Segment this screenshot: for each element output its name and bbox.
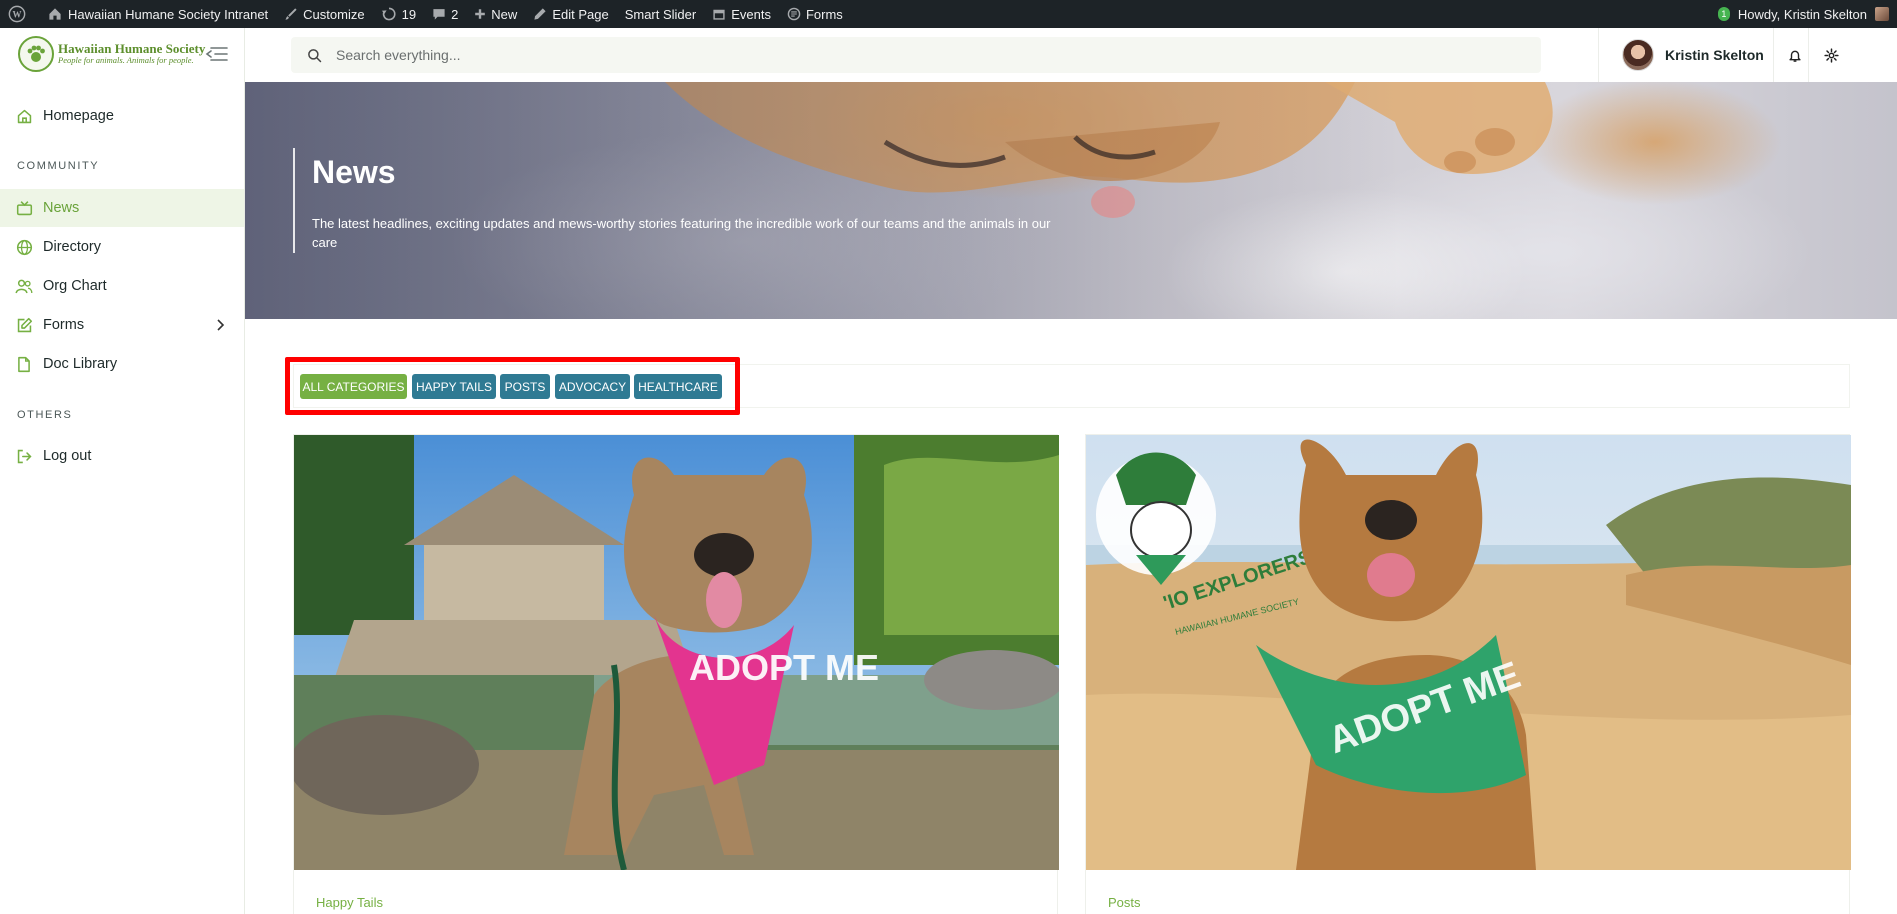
tv-icon — [15, 199, 33, 217]
user-profile-menu[interactable]: Kristin Skelton — [1622, 35, 1764, 75]
sidebar-item-doc-library[interactable]: Doc Library — [0, 345, 244, 383]
notification-badge[interactable]: 1 — [1717, 7, 1730, 21]
search-input[interactable] — [336, 47, 1236, 63]
settings-button[interactable] — [1822, 46, 1840, 64]
sidebar-item-homepage[interactable]: Homepage — [0, 97, 244, 135]
admin-avatar[interactable] — [1875, 7, 1889, 21]
sidebar-section-others: OTHERS — [17, 409, 73, 421]
events-link[interactable]: Events — [704, 0, 779, 28]
logout-icon — [15, 447, 33, 465]
smart-slider-link[interactable]: Smart Slider — [617, 0, 705, 28]
forms-link[interactable]: Forms — [779, 0, 851, 28]
news-card[interactable]: ADOPT ME Happy Tails — [293, 434, 1059, 914]
top-header: Kristin Skelton — [245, 28, 1897, 82]
sidebar-item-news[interactable]: News — [0, 189, 244, 227]
svg-text:W: W — [13, 10, 22, 20]
dog-beach-photo: 'IO EXPLORERS HAWAIIAN HUMANE SOCIETY AD… — [1086, 435, 1851, 870]
page-hero-banner: News The latest headlines, exciting upda… — [245, 82, 1897, 319]
search-icon — [308, 48, 322, 62]
avatar — [1622, 39, 1654, 71]
annotation-highlight-box — [285, 357, 740, 415]
bell-icon — [1789, 50, 1801, 62]
header-divider — [1598, 28, 1599, 82]
wordpress-logo-button[interactable]: W — [0, 0, 39, 28]
sidebar-item-directory[interactable]: Directory — [0, 228, 244, 266]
sidebar-item-label: Org Chart — [43, 278, 107, 294]
pencil-icon — [534, 8, 546, 20]
header-divider — [1808, 28, 1809, 82]
events-label: Events — [731, 6, 771, 22]
updates-icon — [381, 7, 396, 21]
sidebar-section-community: COMMUNITY — [17, 160, 100, 172]
sidebar-item-label: Doc Library — [43, 356, 118, 372]
howdy-user-link[interactable]: Howdy, Kristin Skelton — [1738, 7, 1867, 22]
comment-icon — [433, 9, 445, 20]
forms-label: Forms — [805, 6, 843, 22]
page-title: News — [312, 154, 396, 190]
post-category-label[interactable]: Posts — [1108, 895, 1141, 910]
wordpress-icon: W — [8, 5, 26, 23]
edit-icon — [15, 316, 33, 334]
sidebar: Hawaiian Humane Society People for anima… — [0, 28, 245, 914]
chevron-right-icon — [216, 318, 226, 336]
sidebar-collapse-button[interactable] — [205, 45, 229, 68]
logo-tagline: People for animals. Animals for people. — [58, 55, 194, 66]
sidebar-item-label: Homepage — [43, 108, 114, 124]
paw-logo-icon — [18, 36, 54, 72]
wp-admin-bar: W Hawaiian Humane Society Intranet Custo… — [0, 0, 1897, 28]
plus-icon — [475, 9, 486, 19]
customize-label: Customize — [303, 6, 365, 22]
sidebar-item-logout[interactable]: Log out — [0, 437, 244, 475]
forms-icon — [787, 7, 801, 21]
sidebar-item-forms[interactable]: Forms — [0, 306, 244, 344]
home-icon — [49, 8, 61, 20]
new-content-link[interactable]: New — [466, 0, 525, 28]
comments-link[interactable]: 2 — [424, 0, 466, 28]
updates-count: 19 — [401, 6, 417, 22]
page-description: The latest headlines, exciting updates a… — [312, 216, 1051, 250]
menu-collapse-icon — [205, 47, 228, 61]
header-divider — [1773, 28, 1774, 82]
notifications-button[interactable] — [1786, 46, 1804, 64]
hero-accent-bar — [293, 148, 295, 253]
site-name-link[interactable]: Hawaiian Humane Society Intranet — [39, 0, 276, 28]
edit-page-link[interactable]: Edit Page — [525, 0, 616, 28]
calendar-icon — [713, 9, 725, 20]
customize-link[interactable]: Customize — [276, 0, 372, 28]
site-name-label: Hawaiian Humane Society Intranet — [68, 6, 269, 22]
sidebar-item-label: Log out — [43, 448, 92, 464]
users-icon — [15, 277, 33, 295]
dog-park-photo: ADOPT ME — [294, 435, 1059, 870]
search-bar[interactable] — [291, 37, 1541, 73]
document-icon — [15, 355, 33, 373]
post-category-label[interactable]: Happy Tails — [316, 895, 383, 910]
new-label: New — [491, 6, 518, 22]
logo-title: Hawaiian Humane Society — [58, 41, 206, 57]
smart-slider-label: Smart Slider — [624, 6, 697, 22]
brush-icon — [285, 8, 297, 20]
sidebar-item-org-chart[interactable]: Org Chart — [0, 267, 244, 305]
bandana-text: ADOPT ME — [689, 647, 879, 688]
comments-count: 2 — [451, 6, 459, 22]
gear-icon — [1823, 47, 1839, 63]
home-icon — [15, 107, 33, 125]
updates-link[interactable]: 19 — [373, 0, 424, 28]
sidebar-item-label: Forms — [43, 317, 85, 333]
user-name: Kristin Skelton — [1665, 47, 1764, 63]
news-card[interactable]: 'IO EXPLORERS HAWAIIAN HUMANE SOCIETY AD… — [1085, 434, 1851, 914]
globe-icon — [15, 238, 33, 256]
edit-page-label: Edit Page — [552, 6, 609, 22]
sidebar-item-label: News — [43, 200, 80, 216]
sidebar-item-label: Directory — [43, 239, 102, 255]
